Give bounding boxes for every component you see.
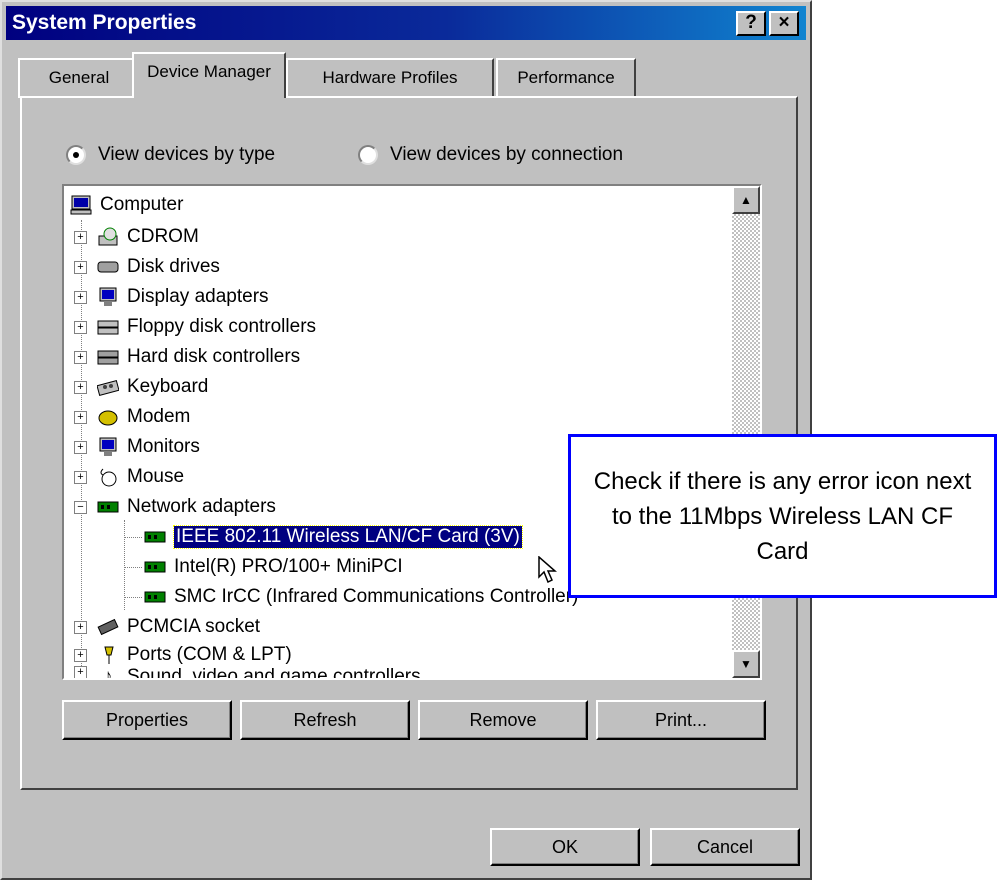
- radio-button[interactable]: [358, 145, 378, 165]
- window-title: System Properties: [12, 11, 197, 34]
- mouse-pointer-icon: [538, 556, 557, 584]
- tree-item[interactable]: + Hard disk controllers: [74, 342, 300, 372]
- tree-root-computer[interactable]: Computer: [70, 190, 183, 220]
- network-adapter-icon: [144, 587, 166, 607]
- tree-item[interactable]: Intel(R) PRO/100+ MiniPCI: [144, 552, 403, 582]
- help-button[interactable]: ?: [736, 11, 766, 36]
- tree-item[interactable]: + CDROM: [74, 222, 199, 252]
- sound-icon: ♪: [103, 666, 113, 680]
- expand-icon[interactable]: +: [74, 410, 87, 424]
- expand-icon[interactable]: +: [74, 290, 87, 304]
- tree-item[interactable]: + ♪ Sound, video and game controllers: [74, 666, 421, 680]
- title-bar[interactable]: System Properties ? ×: [6, 6, 806, 40]
- ports-icon: [97, 645, 119, 665]
- tree-item[interactable]: + Monitors: [74, 432, 200, 462]
- network-adapter-icon: [144, 557, 166, 577]
- callout-text: Check if there is any error icon next to…: [593, 467, 972, 565]
- tree-item[interactable]: SMC IrCC (Infrared Communications Contro…: [144, 582, 578, 612]
- close-button[interactable]: ×: [769, 11, 799, 36]
- properties-button[interactable]: Properties: [62, 700, 232, 740]
- network-adapter-icon: [97, 497, 119, 517]
- refresh-button[interactable]: Refresh: [240, 700, 410, 740]
- hard-disk-controller-icon: [97, 347, 119, 367]
- mouse-icon: [97, 467, 119, 487]
- expand-icon[interactable]: +: [74, 230, 87, 244]
- network-adapter-icon: [144, 527, 166, 547]
- tab-general[interactable]: General: [18, 58, 140, 98]
- tree-item[interactable]: + Mouse: [74, 462, 184, 492]
- expand-icon[interactable]: +: [74, 440, 87, 454]
- tree-item[interactable]: + PCMCIA socket: [74, 612, 260, 642]
- device-tree[interactable]: Computer + CDROM + Disk drives + Display…: [62, 184, 762, 680]
- expand-icon[interactable]: +: [74, 350, 87, 364]
- tree-item-wireless-lan-card[interactable]: IEEE 802.11 Wireless LAN/CF Card (3V): [144, 522, 523, 552]
- expand-icon[interactable]: +: [74, 666, 87, 678]
- monitor-icon: [97, 437, 119, 457]
- tab-hardware-profiles[interactable]: Hardware Profiles: [286, 58, 494, 98]
- expand-icon[interactable]: +: [74, 320, 87, 334]
- pcmcia-icon: [97, 617, 119, 637]
- tab-performance[interactable]: Performance: [496, 58, 636, 98]
- computer-icon: [70, 195, 92, 215]
- keyboard-icon: [96, 377, 120, 397]
- tree-item[interactable]: + Keyboard: [74, 372, 208, 402]
- annotation-callout: Check if there is any error icon next to…: [568, 434, 997, 598]
- tree-item[interactable]: + Disk drives: [74, 252, 220, 282]
- expand-icon[interactable]: +: [74, 470, 87, 484]
- cdrom-icon: [97, 227, 119, 247]
- tree-line: [124, 537, 142, 539]
- vertical-scrollbar[interactable]: ▲ ▼: [732, 186, 760, 678]
- scroll-down-button[interactable]: ▼: [732, 650, 760, 678]
- remove-button[interactable]: Remove: [418, 700, 588, 740]
- cancel-button[interactable]: Cancel: [650, 828, 800, 866]
- disk-drive-icon: [97, 257, 119, 277]
- tab-device-manager[interactable]: Device Manager: [132, 52, 286, 98]
- tree-line: [124, 567, 142, 569]
- radio-view-by-type[interactable]: View devices by type: [66, 144, 275, 166]
- tree-item[interactable]: + Display adapters: [74, 282, 269, 312]
- scroll-up-button[interactable]: ▲: [732, 186, 760, 214]
- expand-icon[interactable]: +: [74, 380, 87, 394]
- tree-item[interactable]: + Floppy disk controllers: [74, 312, 316, 342]
- tree-item[interactable]: + Modem: [74, 402, 190, 432]
- display-adapter-icon: [97, 287, 119, 307]
- print-button[interactable]: Print...: [596, 700, 766, 740]
- tree-item-network-adapters[interactable]: − Network adapters: [74, 492, 276, 522]
- expand-icon[interactable]: +: [74, 648, 87, 662]
- radio-view-by-connection[interactable]: View devices by connection: [358, 144, 623, 166]
- collapse-icon[interactable]: −: [74, 500, 87, 514]
- expand-icon[interactable]: +: [74, 260, 87, 274]
- tree-line: [124, 597, 142, 599]
- radio-button[interactable]: [66, 145, 86, 165]
- floppy-controller-icon: [97, 317, 119, 337]
- ok-button[interactable]: OK: [490, 828, 640, 866]
- modem-icon: [97, 407, 119, 427]
- expand-icon[interactable]: +: [74, 620, 87, 634]
